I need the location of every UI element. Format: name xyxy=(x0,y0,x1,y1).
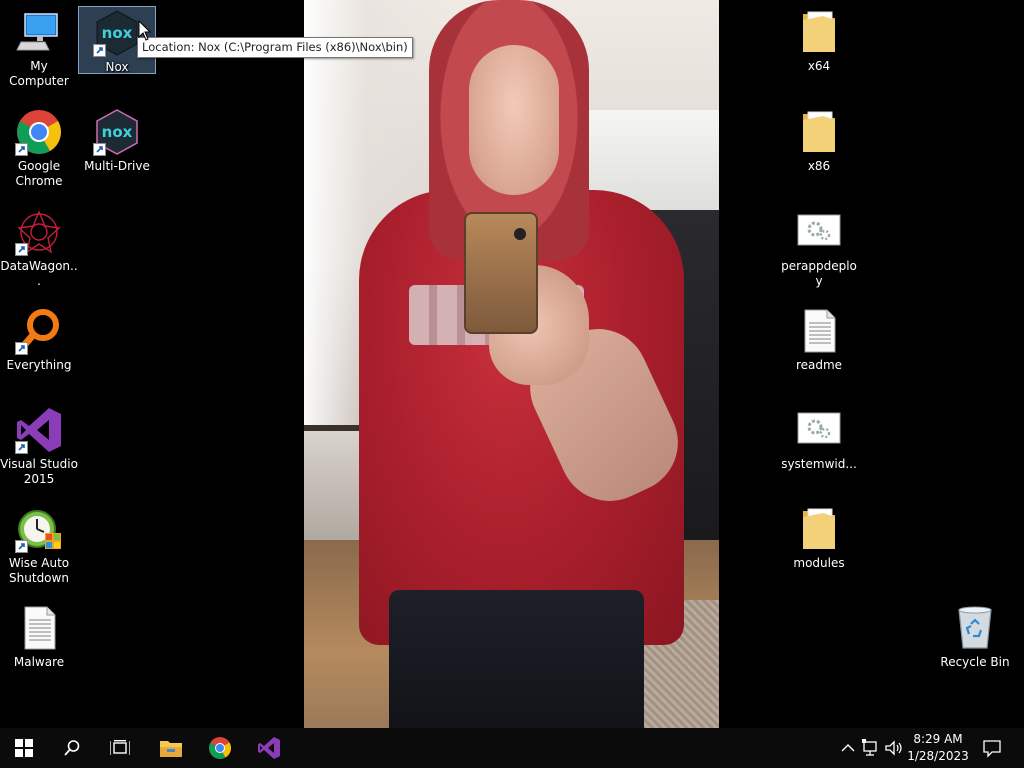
shortcut-arrow-icon xyxy=(15,540,28,553)
settings-file-icon xyxy=(795,208,843,256)
text-file-icon xyxy=(15,604,63,652)
task-view-icon xyxy=(110,740,130,755)
desktop-icon-systemwid[interactable]: systemwid... xyxy=(780,404,858,472)
desktop-icon-label: Visual Studio 2015 xyxy=(0,457,78,486)
desktop-icon-modules[interactable]: modules xyxy=(780,503,858,571)
shortcut-arrow-icon xyxy=(93,143,106,156)
desktop-icon-label: Recycle Bin xyxy=(940,655,1010,669)
chrome-icon xyxy=(15,108,63,156)
shortcut-arrow-icon xyxy=(93,44,106,57)
start-icon xyxy=(15,739,33,757)
datawagon-icon xyxy=(15,208,63,256)
file-explorer-icon xyxy=(160,741,182,757)
desktop-icon-label: Nox xyxy=(105,60,129,74)
desktop-icon-label: My Computer xyxy=(9,59,69,88)
desktop-icon-label: x64 xyxy=(807,59,831,73)
desktop-icon-my-computer[interactable]: My Computer xyxy=(0,6,78,89)
shortcut-arrow-icon xyxy=(15,342,28,355)
desktop-icon-label: modules xyxy=(793,556,845,570)
folder-icon xyxy=(795,505,843,553)
svg-text:nox: nox xyxy=(102,24,133,42)
multi-drive-icon: nox xyxy=(93,108,141,156)
clock-time: 8:29 AM xyxy=(913,732,963,746)
desktop-icon-label: Everything xyxy=(6,358,72,372)
search-button[interactable] xyxy=(48,728,96,768)
everything-search-icon xyxy=(15,307,63,355)
desktop-icon-readme[interactable]: readme xyxy=(780,305,858,373)
desktop-icon-visual-studio-2015[interactable]: Visual Studio 2015 xyxy=(0,404,78,487)
desktop-wallpaper-photo xyxy=(304,0,719,728)
shortcut-arrow-icon xyxy=(15,441,28,454)
shortcut-arrow-icon xyxy=(15,243,28,256)
search-icon xyxy=(64,740,80,756)
chrome-taskbar-button[interactable] xyxy=(196,728,244,768)
desktop-icon-label: Wise Auto Shutdown xyxy=(8,556,70,585)
desktop-icon-malware[interactable]: Malware xyxy=(0,602,78,670)
desktop-icon-multi-drive[interactable]: nox Multi-Drive xyxy=(78,106,156,174)
clock-date: 1/28/2023 xyxy=(907,749,969,763)
desktop-icon-wise-auto-shutdown[interactable]: Wise Auto Shutdown xyxy=(0,503,78,586)
start-button[interactable] xyxy=(0,728,48,768)
mouse-pointer-icon xyxy=(138,20,152,41)
recycle-bin-icon xyxy=(951,604,999,652)
svg-text:nox: nox xyxy=(102,123,133,141)
desktop-icon-x64[interactable]: x64 xyxy=(780,6,858,74)
taskbar: 8:29 AM 1/28/2023 xyxy=(0,728,1024,768)
desktop-icon-x86[interactable]: x86 xyxy=(780,106,858,174)
wise-auto-shutdown-icon xyxy=(15,505,63,553)
taskbar-clock[interactable]: 8:29 AM 1/28/2023 xyxy=(902,731,974,765)
nox-icon: nox xyxy=(93,9,141,57)
desktop-icon-google-chrome[interactable]: Google Chrome xyxy=(0,106,78,189)
chrome-icon xyxy=(209,737,231,759)
desktop-icon-label: Multi-Drive xyxy=(84,159,150,173)
desktop-icon-label: perappdeploy xyxy=(781,259,857,288)
desktop-icon-label: Malware xyxy=(13,655,65,669)
folder-icon xyxy=(795,8,843,56)
show-hidden-icons-icon[interactable] xyxy=(838,738,858,758)
desktop-icon-label: x86 xyxy=(807,159,831,173)
volume-icon[interactable] xyxy=(884,738,904,758)
desktop-icon-label: DataWagon... xyxy=(0,259,78,288)
file-explorer-button[interactable] xyxy=(147,728,195,768)
desktop-icon-label: Google Chrome xyxy=(15,159,63,188)
visual-studio-icon xyxy=(15,406,63,454)
network-icon[interactable] xyxy=(861,738,881,758)
visual-studio-icon xyxy=(258,737,280,759)
shortcut-arrow-icon xyxy=(15,143,28,156)
desktop-icon-recycle-bin[interactable]: Recycle Bin xyxy=(936,602,1014,670)
visual-studio-taskbar-button[interactable] xyxy=(245,728,293,768)
desktop-icon-everything[interactable]: Everything xyxy=(0,305,78,373)
folder-icon xyxy=(795,108,843,156)
task-view-button[interactable] xyxy=(96,728,144,768)
settings-file-icon xyxy=(795,406,843,454)
desktop-icon-label: readme xyxy=(795,358,843,372)
icon-location-tooltip: Location: Nox (C:\Program Files (x86)\No… xyxy=(137,37,413,58)
desktop-icon-perappdeploy[interactable]: perappdeploy xyxy=(780,206,858,289)
text-file-icon xyxy=(795,307,843,355)
my-computer-icon xyxy=(15,8,63,56)
notifications-icon[interactable] xyxy=(982,738,1002,758)
desktop-icon-datawagon[interactable]: DataWagon... xyxy=(0,206,78,289)
desktop-icon-label: systemwid... xyxy=(781,457,857,471)
